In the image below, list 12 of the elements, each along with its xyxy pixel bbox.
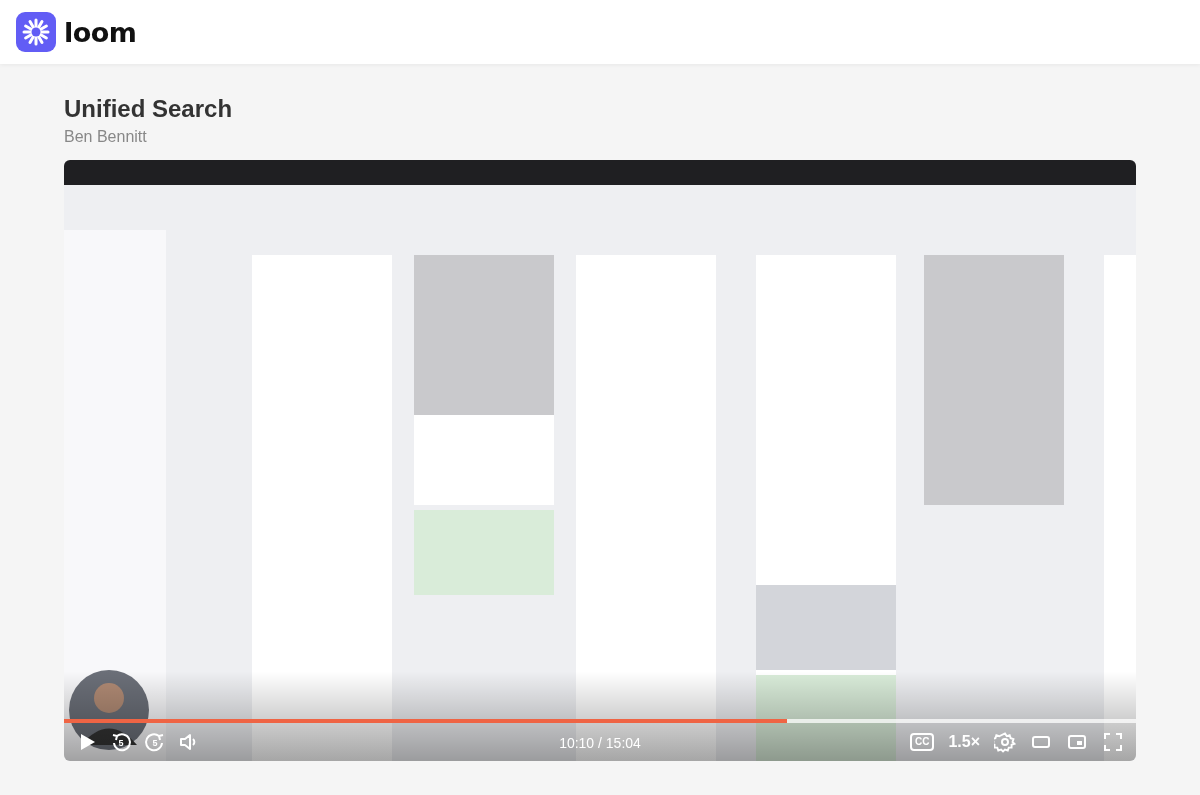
author-name: Ben Bennitt <box>64 127 148 147</box>
forward-button[interactable]: 5 <box>144 731 166 753</box>
progress-bar[interactable] <box>64 719 1136 723</box>
settings-button[interactable] <box>994 731 1016 753</box>
fullscreen-button[interactable] <box>1102 731 1124 753</box>
brand-name: loom <box>64 16 137 48</box>
rewind-button[interactable]: 5 <box>110 731 132 753</box>
time-display: 10:10 / 15:04 <box>559 735 641 751</box>
logo-icon[interactable] <box>16 12 56 52</box>
video-title: Unified Search <box>64 94 234 124</box>
speed-button[interactable]: 1.5× <box>948 733 980 751</box>
captions-button[interactable]: CC <box>909 733 935 751</box>
